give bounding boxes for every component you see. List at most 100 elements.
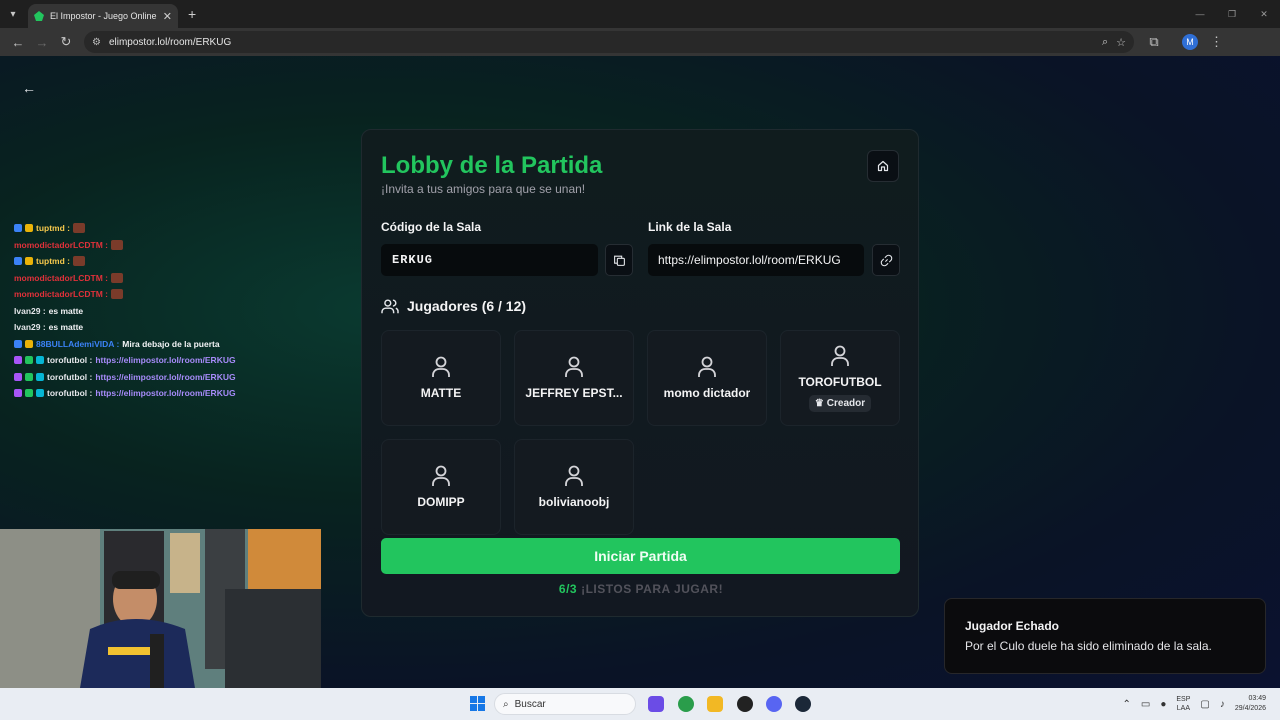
chat-badge-icon (25, 372, 33, 381)
page-subtitle: ¡Invita a tus amigos para que se unan! (381, 182, 586, 196)
players-heading: Jugadores (6 / 12) (381, 298, 526, 314)
lobby-card: Lobby de la Partida ¡Invita a tus amigos… (361, 129, 919, 617)
chat-message: torofutbol : https://elimpostor.lol/room/… (14, 352, 314, 369)
chat-username: momodictadorLCDTM : (14, 272, 108, 283)
steam-icon[interactable] (795, 696, 811, 712)
windows-taskbar: ⌕ Buscar ⌃ ▭ ● ESP LAA ▢ ♪ 03:49 29/4/20… (0, 688, 1280, 720)
chat-link[interactable]: https://elimpostor.lol/room/ERKUG (95, 372, 235, 382)
chat-message: tuptmd : (14, 220, 314, 237)
link-icon (880, 254, 892, 266)
room-code-field: ERKUG (381, 244, 598, 276)
player-name: bolivianoobj (538, 495, 610, 509)
browser-toolbar: ← → ↻ ⚙ elimpostor.lol/room/ERKUG ⌕ ☆ ⧉ … (0, 28, 1280, 56)
user-icon (565, 356, 583, 377)
chat-badge-icon (25, 356, 33, 365)
chat-username: 88BULLAdemiVIDA : (36, 338, 120, 349)
ready-status: 6/3 ¡LISTOS PARA JUGAR! (362, 582, 920, 596)
ready-text: ¡LISTOS PARA JUGAR! (581, 582, 724, 596)
chat-message: torofutbol : https://elimpostor.lol/room/… (14, 385, 314, 402)
home-button[interactable] (867, 150, 899, 182)
notification-toast: Jugador Echado Por el Culo duele ha sido… (944, 598, 1266, 674)
chat-text: es matte (48, 305, 84, 316)
chat-badge-icon (36, 372, 44, 381)
player-card[interactable]: JEFFREY EPST... (514, 330, 634, 426)
browser-tab[interactable]: El Impostor - Juego Online Gra ✕ (28, 4, 178, 28)
tab-close-icon[interactable]: ✕ (163, 10, 172, 23)
chat-emote-icon (110, 272, 123, 283)
start-game-button[interactable]: Iniciar Partida (381, 538, 900, 574)
close-window-button[interactable]: ✕ (1248, 0, 1280, 28)
page-title: Lobby de la Partida (381, 152, 603, 179)
browser-menu-icon[interactable]: ⋮ (1210, 34, 1223, 50)
player-card[interactable]: MATTE (381, 330, 501, 426)
forward-button[interactable]: → (30, 30, 54, 54)
user-icon (831, 345, 849, 366)
player-card[interactable]: momo dictador (647, 330, 767, 426)
player-card[interactable]: DOMIPP (381, 439, 501, 535)
chat-message: Ivan29 : es matte (14, 303, 314, 320)
chat-text: Mira debajo de la puerta (122, 338, 220, 349)
chat-message: tuptmd : (14, 253, 314, 270)
minimize-button[interactable]: — (1184, 0, 1216, 28)
player-name: MATTE (420, 386, 462, 400)
stream-chat-overlay: tuptmd : momodictadorLCDTM : tuptmd : momod… (14, 220, 314, 402)
tray-chevron-icon[interactable]: ⌃ (1122, 699, 1130, 710)
chat-badge-icon (36, 389, 44, 398)
chat-message: 88BULLAdemiVIDA : Mira debajo de la puert… (14, 336, 314, 353)
copy-code-button[interactable] (605, 244, 633, 276)
chat-emote-icon (73, 256, 85, 267)
chat-username: momodictadorLCDTM : (14, 239, 108, 250)
reload-button[interactable]: ↻ (54, 30, 78, 54)
player-card[interactable]: bolivianoobj (514, 439, 634, 535)
obs-icon[interactable] (737, 696, 753, 712)
display-icon[interactable]: ▢ (1200, 699, 1209, 710)
address-bar[interactable]: ⚙ elimpostor.lol/room/ERKUG ⌕ ☆ (84, 31, 1134, 53)
chat-link[interactable]: https://elimpostor.lol/room/ERKUG (95, 355, 235, 365)
chat-badge-icon (14, 356, 22, 365)
teams-icon[interactable] (648, 696, 664, 712)
search-placeholder: Buscar (514, 698, 546, 710)
player-card[interactable]: TOROFUTBOL ♛ Creador (780, 330, 900, 426)
volume-icon[interactable]: ♪ (1220, 699, 1225, 710)
zoom-icon[interactable]: ⌕ (1102, 36, 1108, 49)
mic-icon[interactable]: ● (1160, 699, 1166, 710)
player-name: momo dictador (663, 386, 751, 400)
tab-search-button[interactable]: ▾ (0, 0, 26, 28)
player-name: TOROFUTBOL (798, 374, 882, 389)
chrome-icon[interactable] (678, 696, 694, 712)
extensions-icon[interactable]: ⧉ (1142, 30, 1166, 54)
back-arrow-icon[interactable]: ← (22, 80, 36, 96)
crown-icon: ♛ (814, 397, 824, 409)
system-tray: ⌃ ▭ ● ESP LAA ▢ ♪ 03:49 29/4/2026 (1122, 688, 1280, 720)
discord-icon[interactable] (766, 696, 782, 712)
chat-username: torofutbol : (47, 355, 93, 366)
chat-message: torofutbol : https://elimpostor.lol/room/… (14, 369, 314, 386)
users-icon (381, 299, 399, 314)
site-info-icon[interactable]: ⚙ (92, 37, 101, 48)
creator-label: Creador (826, 397, 866, 409)
user-icon (565, 465, 583, 486)
chat-username: torofutbol : (47, 388, 93, 399)
windows-start-icon[interactable] (470, 696, 485, 711)
chat-badge-icon (14, 224, 22, 233)
player-name: DOMIPP (417, 495, 465, 509)
chat-username: Ivan29 : (14, 305, 46, 316)
file-explorer-icon[interactable] (707, 696, 723, 712)
bookmark-star-icon[interactable]: ☆ (1116, 36, 1126, 49)
profile-avatar[interactable]: M (1182, 34, 1198, 50)
user-icon (698, 356, 716, 377)
clock[interactable]: 03:49 29/4/2026 (1235, 694, 1266, 714)
copy-link-button[interactable] (872, 244, 900, 276)
chat-message: momodictadorLCDTM : (14, 237, 314, 254)
taskbar-search[interactable]: ⌕ Buscar (494, 693, 636, 715)
chat-link[interactable]: https://elimpostor.lol/room/ERKUG (95, 388, 235, 398)
chat-badge-icon (25, 339, 33, 348)
chat-username: Ivan29 : (14, 322, 46, 333)
new-tab-button[interactable]: + (188, 6, 196, 22)
language-indicator[interactable]: ESP LAA (1176, 695, 1190, 713)
toast-message: Por el Culo duele ha sido eliminado de l… (965, 639, 1212, 653)
chat-badge-icon (14, 339, 22, 348)
restore-button[interactable]: ❐ (1216, 0, 1248, 28)
network-icon[interactable]: ▭ (1141, 699, 1150, 710)
back-button[interactable]: ← (6, 30, 30, 54)
